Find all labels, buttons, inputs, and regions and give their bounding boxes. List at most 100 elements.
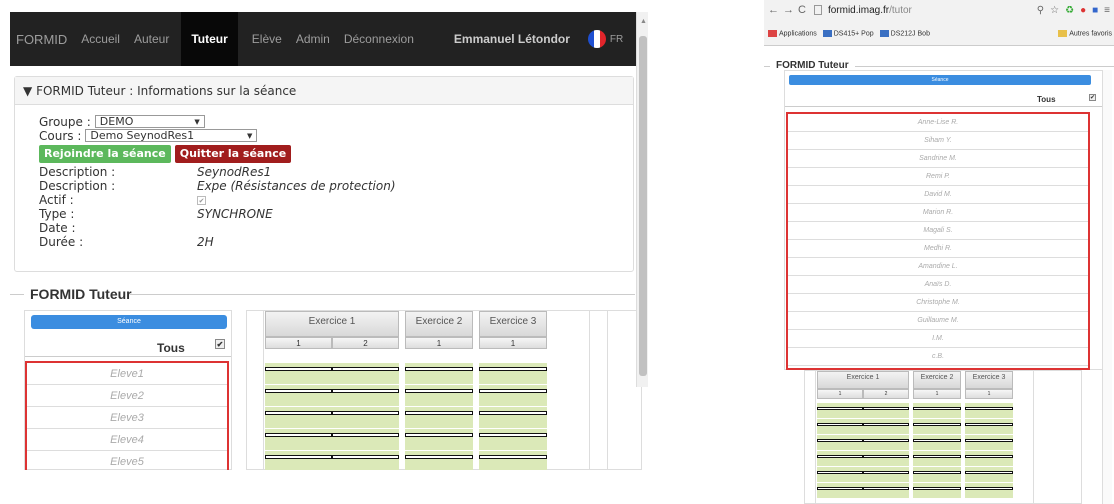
student-row[interactable]: David M. xyxy=(788,186,1088,204)
extension-icon[interactable]: ■ xyxy=(1092,5,1098,16)
progress-cell[interactable] xyxy=(817,403,863,418)
star-icon[interactable]: ☆ xyxy=(1050,5,1059,16)
url-text[interactable]: formid.imag.fr/tutor xyxy=(828,5,912,16)
exercise-header[interactable]: Exercice 1 xyxy=(817,371,909,389)
student-row[interactable]: Eleve2 xyxy=(27,385,227,407)
progress-cell[interactable] xyxy=(913,467,961,482)
progress-cell[interactable] xyxy=(863,419,909,434)
progress-cell[interactable] xyxy=(913,483,961,498)
student-row[interactable]: c.B. xyxy=(788,348,1088,366)
nav-item-auteur[interactable]: Auteur xyxy=(134,32,169,46)
student-row[interactable]: Guillaume M. xyxy=(788,312,1088,330)
progress-cell[interactable] xyxy=(965,451,1013,466)
join-session-button[interactable]: Rejoindre la séance xyxy=(39,145,171,163)
filter-icon[interactable]: ⚲ xyxy=(1037,5,1044,16)
language-label[interactable]: FR xyxy=(610,34,623,45)
student-row[interactable]: Amandine L. xyxy=(788,258,1088,276)
student-row[interactable]: Siham Y. xyxy=(788,132,1088,150)
progress-cell[interactable] xyxy=(817,435,863,450)
student-row[interactable]: Anaïs D. xyxy=(788,276,1088,294)
progress-cell[interactable] xyxy=(863,483,909,498)
panel-header[interactable]: ▼ FORMID Tuteur : Informations sur la sé… xyxy=(15,77,633,105)
progress-cell[interactable] xyxy=(965,419,1013,434)
student-row[interactable]: Remi P. xyxy=(788,168,1088,186)
quit-session-button[interactable]: Quitter la séance xyxy=(174,145,292,163)
progress-bar xyxy=(965,439,1013,442)
nav-brand[interactable]: FORMID xyxy=(16,32,67,47)
scroll-up-icon[interactable]: ▲ xyxy=(640,18,647,25)
student-row[interactable]: Eleve5 xyxy=(27,451,227,470)
progress-cell[interactable] xyxy=(265,451,332,470)
progress-cell[interactable] xyxy=(332,451,399,470)
step-header[interactable]: 1 xyxy=(405,337,473,349)
french-flag-icon[interactable] xyxy=(587,30,606,48)
student-row[interactable]: Eleve4 xyxy=(27,429,227,451)
progress-cell[interactable] xyxy=(817,451,863,466)
bookmark-item[interactable]: DS212J Bob xyxy=(879,30,930,37)
other-bookmarks[interactable]: Autres favoris xyxy=(1058,30,1112,37)
progress-cell[interactable] xyxy=(913,403,961,418)
scrollbar[interactable]: ▲ xyxy=(636,12,648,387)
student-row[interactable]: Marion R. xyxy=(788,204,1088,222)
progress-cell[interactable] xyxy=(863,467,909,482)
nav-item-admin[interactable]: Admin xyxy=(296,32,330,46)
nav-item-deconnexion[interactable]: Déconnexion xyxy=(344,32,414,46)
progress-cell[interactable] xyxy=(405,451,473,470)
nav-arrows-icon[interactable]: ←→C xyxy=(768,4,810,16)
seance-button[interactable]: Séance xyxy=(31,315,227,329)
nav-item-eleve[interactable]: Elève xyxy=(252,32,282,46)
chevron-down-icon[interactable]: ▼ xyxy=(23,84,32,98)
step-header[interactable]: 1 xyxy=(265,337,332,349)
adblock-icon[interactable]: ● xyxy=(1080,5,1086,16)
recycle-icon[interactable]: ♻ xyxy=(1065,5,1074,16)
tous-checkbox[interactable]: ✔ xyxy=(215,339,225,349)
progress-cell[interactable] xyxy=(817,483,863,498)
groupe-select[interactable]: DEMO ▼ xyxy=(94,115,205,128)
actif-checkbox[interactable]: ✔ xyxy=(197,196,206,205)
bookmark-item[interactable]: DS415+ Pop xyxy=(822,30,874,37)
exercise-header[interactable]: Exercice 3 xyxy=(479,311,547,337)
step-header[interactable]: 1 xyxy=(965,389,1013,399)
student-row[interactable]: I.M. xyxy=(788,330,1088,348)
step-header[interactable]: 1 xyxy=(479,337,547,349)
scrollbar-thumb[interactable] xyxy=(639,36,647,376)
nav-item-tuteur[interactable]: Tuteur xyxy=(181,12,238,66)
exercise-header[interactable]: Exercice 2 xyxy=(913,371,961,389)
progress-cell[interactable] xyxy=(913,451,961,466)
address-bar[interactable]: ←→C formid.imag.fr/tutor xyxy=(768,4,912,16)
progress-cell[interactable] xyxy=(863,451,909,466)
exercise-header[interactable]: Exercice 3 xyxy=(965,371,1013,389)
exercise-header[interactable]: Exercice 2 xyxy=(405,311,473,337)
student-row[interactable]: Sandrine M. xyxy=(788,150,1088,168)
student-row[interactable]: Anne-Lise R. xyxy=(788,114,1088,132)
step-header[interactable]: 1 xyxy=(817,389,863,399)
student-row[interactable]: Magali S. xyxy=(788,222,1088,240)
menu-icon[interactable]: ≡ xyxy=(1104,5,1110,16)
student-row[interactable]: Eleve1 xyxy=(27,363,227,385)
progress-cell[interactable] xyxy=(965,435,1013,450)
progress-cell[interactable] xyxy=(965,467,1013,482)
scrollbar[interactable] xyxy=(1102,70,1112,504)
bookmark-item[interactable]: Applications xyxy=(768,30,817,37)
step-header[interactable]: 2 xyxy=(332,337,399,349)
nav-item-accueil[interactable]: Accueil xyxy=(81,32,120,46)
step-header[interactable]: 1 xyxy=(913,389,961,399)
progress-cell[interactable] xyxy=(913,419,961,434)
progress-cell[interactable] xyxy=(965,403,1013,418)
progress-cell[interactable] xyxy=(913,435,961,450)
nav-user-name[interactable]: Emmanuel Létondor xyxy=(454,32,570,46)
cours-select[interactable]: Demo SeynodRes1 ▼ xyxy=(85,129,258,142)
progress-cell[interactable] xyxy=(817,419,863,434)
step-header[interactable]: 2 xyxy=(863,389,909,399)
exercise-header[interactable]: Exercice 1 xyxy=(265,311,399,337)
student-row[interactable]: Christophe M. xyxy=(788,294,1088,312)
progress-cell[interactable] xyxy=(817,467,863,482)
student-row[interactable]: Eleve3 xyxy=(27,407,227,429)
progress-cell[interactable] xyxy=(965,483,1013,498)
tous-checkbox[interactable]: ✔ xyxy=(1089,94,1096,101)
seance-button[interactable]: Séance xyxy=(789,75,1091,85)
student-row[interactable]: Medhi R. xyxy=(788,240,1088,258)
progress-cell[interactable] xyxy=(479,451,547,470)
progress-cell[interactable] xyxy=(863,403,909,418)
progress-cell[interactable] xyxy=(863,435,909,450)
